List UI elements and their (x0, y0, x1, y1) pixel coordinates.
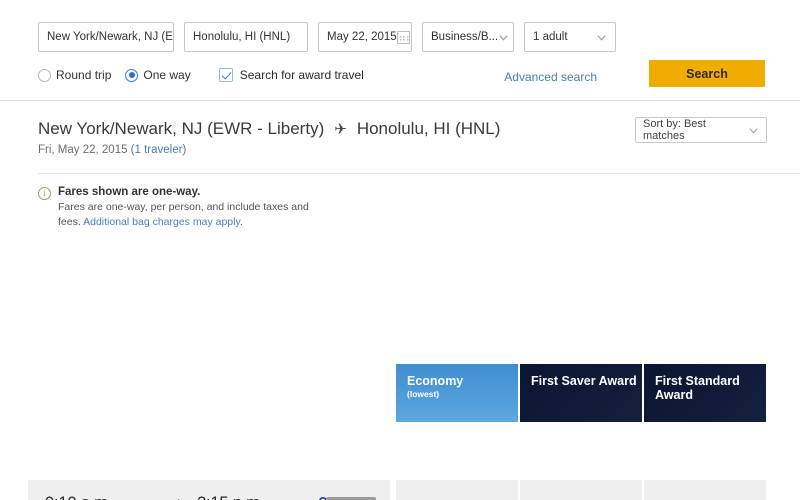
notice-text-end: . (239, 216, 243, 229)
fare-column-first-standard-award[interactable]: First Standard Award (644, 364, 766, 422)
route-date-line: Fri, May 22, 2015 (1 traveler) (38, 144, 800, 156)
radio-round-trip-label: Round trip (56, 68, 112, 82)
plane-icon: ✈ (334, 121, 347, 138)
plane-icon: ✈ (163, 494, 197, 500)
notice-body: Fares are one-way, per person, and inclu… (58, 200, 330, 230)
search-form: New York/Newark, NJ (EV Honolulu, HI (HN… (0, 0, 800, 101)
fare-column-headers: Economy (lowest) First Saver Award First… (396, 364, 766, 422)
fare-column-economy[interactable]: Economy (lowest) (396, 364, 518, 422)
chevron-down-icon (748, 125, 759, 136)
award-travel-label: Search for award travel (239, 68, 364, 82)
radio-one-way-label: One way (143, 68, 191, 82)
route-header: New York/Newark, NJ (EWR - Liberty) ✈ Ho… (0, 101, 800, 174)
flight-1-stops-info: Nonstop 11h 5m total (284, 494, 376, 500)
search-fields-row: New York/Newark, NJ (EV Honolulu, HI (HN… (0, 22, 800, 52)
fare-cell-first-standard-award[interactable]: 90k miles +$80.60 (644, 480, 766, 500)
search-button[interactable]: Search (649, 60, 765, 87)
passenger-select[interactable]: 1 adult (524, 22, 616, 52)
bag-charges-link[interactable]: Additional bag charges may apply (83, 216, 240, 228)
route-origin: New York/Newark, NJ (EWR - Liberty) (38, 119, 325, 138)
chevron-down-icon (596, 32, 607, 43)
radio-one-way-dot (125, 68, 139, 82)
sort-by-select[interactable]: Sort by: Best matches (635, 117, 767, 143)
route-date-close: ) (182, 144, 187, 156)
notice-title: Fares shown are one-way. (58, 186, 201, 198)
fare-column-subtitle: (lowest) (407, 389, 440, 399)
flight-1-depart-time: 9:10 a.m. (45, 494, 163, 500)
fare-column-first-saver-award[interactable]: First Saver Award (520, 364, 642, 422)
flight-1-legs: 9:10 a.m. New York/Newark, NJ (EWR - Lib… (28, 480, 390, 500)
fare-column-title: Economy (407, 374, 464, 388)
route-date: Fri, May 22, 2015 ( (38, 144, 135, 156)
radio-round-trip-dot (38, 68, 51, 82)
passenger-value: 1 adult (533, 31, 568, 43)
fare-cell-first-saver-award: Not available (520, 480, 642, 500)
date-input[interactable]: May 22, 2015 (318, 22, 412, 52)
origin-value: New York/Newark, NJ (EV (47, 31, 174, 43)
route-destination: Honolulu, HI (HNL) (356, 119, 501, 138)
chevron-down-icon (498, 32, 509, 43)
flight-1-itinerary[interactable]: 9:10 a.m. New York/Newark, NJ (EWR - Lib… (28, 480, 390, 500)
advanced-search-link[interactable]: Advanced search (504, 70, 597, 84)
checkbox-checked-icon (218, 68, 233, 82)
radio-one-way[interactable]: One way (125, 68, 191, 82)
fares-notice: i Fares shown are one-way. Fares are one… (0, 174, 390, 230)
date-value: May 22, 2015 (327, 31, 397, 43)
fare-cell-economy[interactable]: 45k miles +$80.60 (396, 480, 518, 500)
search-options-row: Round trip One way Search for award trav… (0, 52, 800, 87)
award-travel-checkbox[interactable]: Search for award travel (218, 68, 364, 82)
flight-1-fares: 45k miles +$80.60 Not available 90k mile… (396, 480, 766, 500)
destination-value: Honolulu, HI (HNL) (193, 31, 291, 43)
destination-input[interactable]: Honolulu, HI (HNL) (184, 22, 308, 52)
info-icon: i (38, 187, 51, 200)
origin-input[interactable]: New York/Newark, NJ (EV (38, 22, 174, 52)
radio-round-trip[interactable]: Round trip (38, 68, 111, 82)
calendar-icon[interactable] (396, 30, 410, 44)
sort-by-value: Sort by: Best matches (643, 118, 706, 142)
flight-search-results-page: New York/Newark, NJ (EV Honolulu, HI (HN… (0, 0, 800, 500)
results-area: i Fares shown are one-way. Fares are one… (0, 174, 800, 500)
cabin-value: Business/B... (431, 31, 499, 43)
cabin-select[interactable]: Business/B... (422, 22, 514, 52)
fare-column-title: First Saver Award (531, 374, 637, 388)
flight-1-departure: 9:10 a.m. New York/Newark, NJ (EWR - Lib… (45, 494, 163, 500)
fare-column-title: First Standard Award (655, 374, 740, 402)
traveler-link[interactable]: 1 traveler (135, 144, 183, 156)
